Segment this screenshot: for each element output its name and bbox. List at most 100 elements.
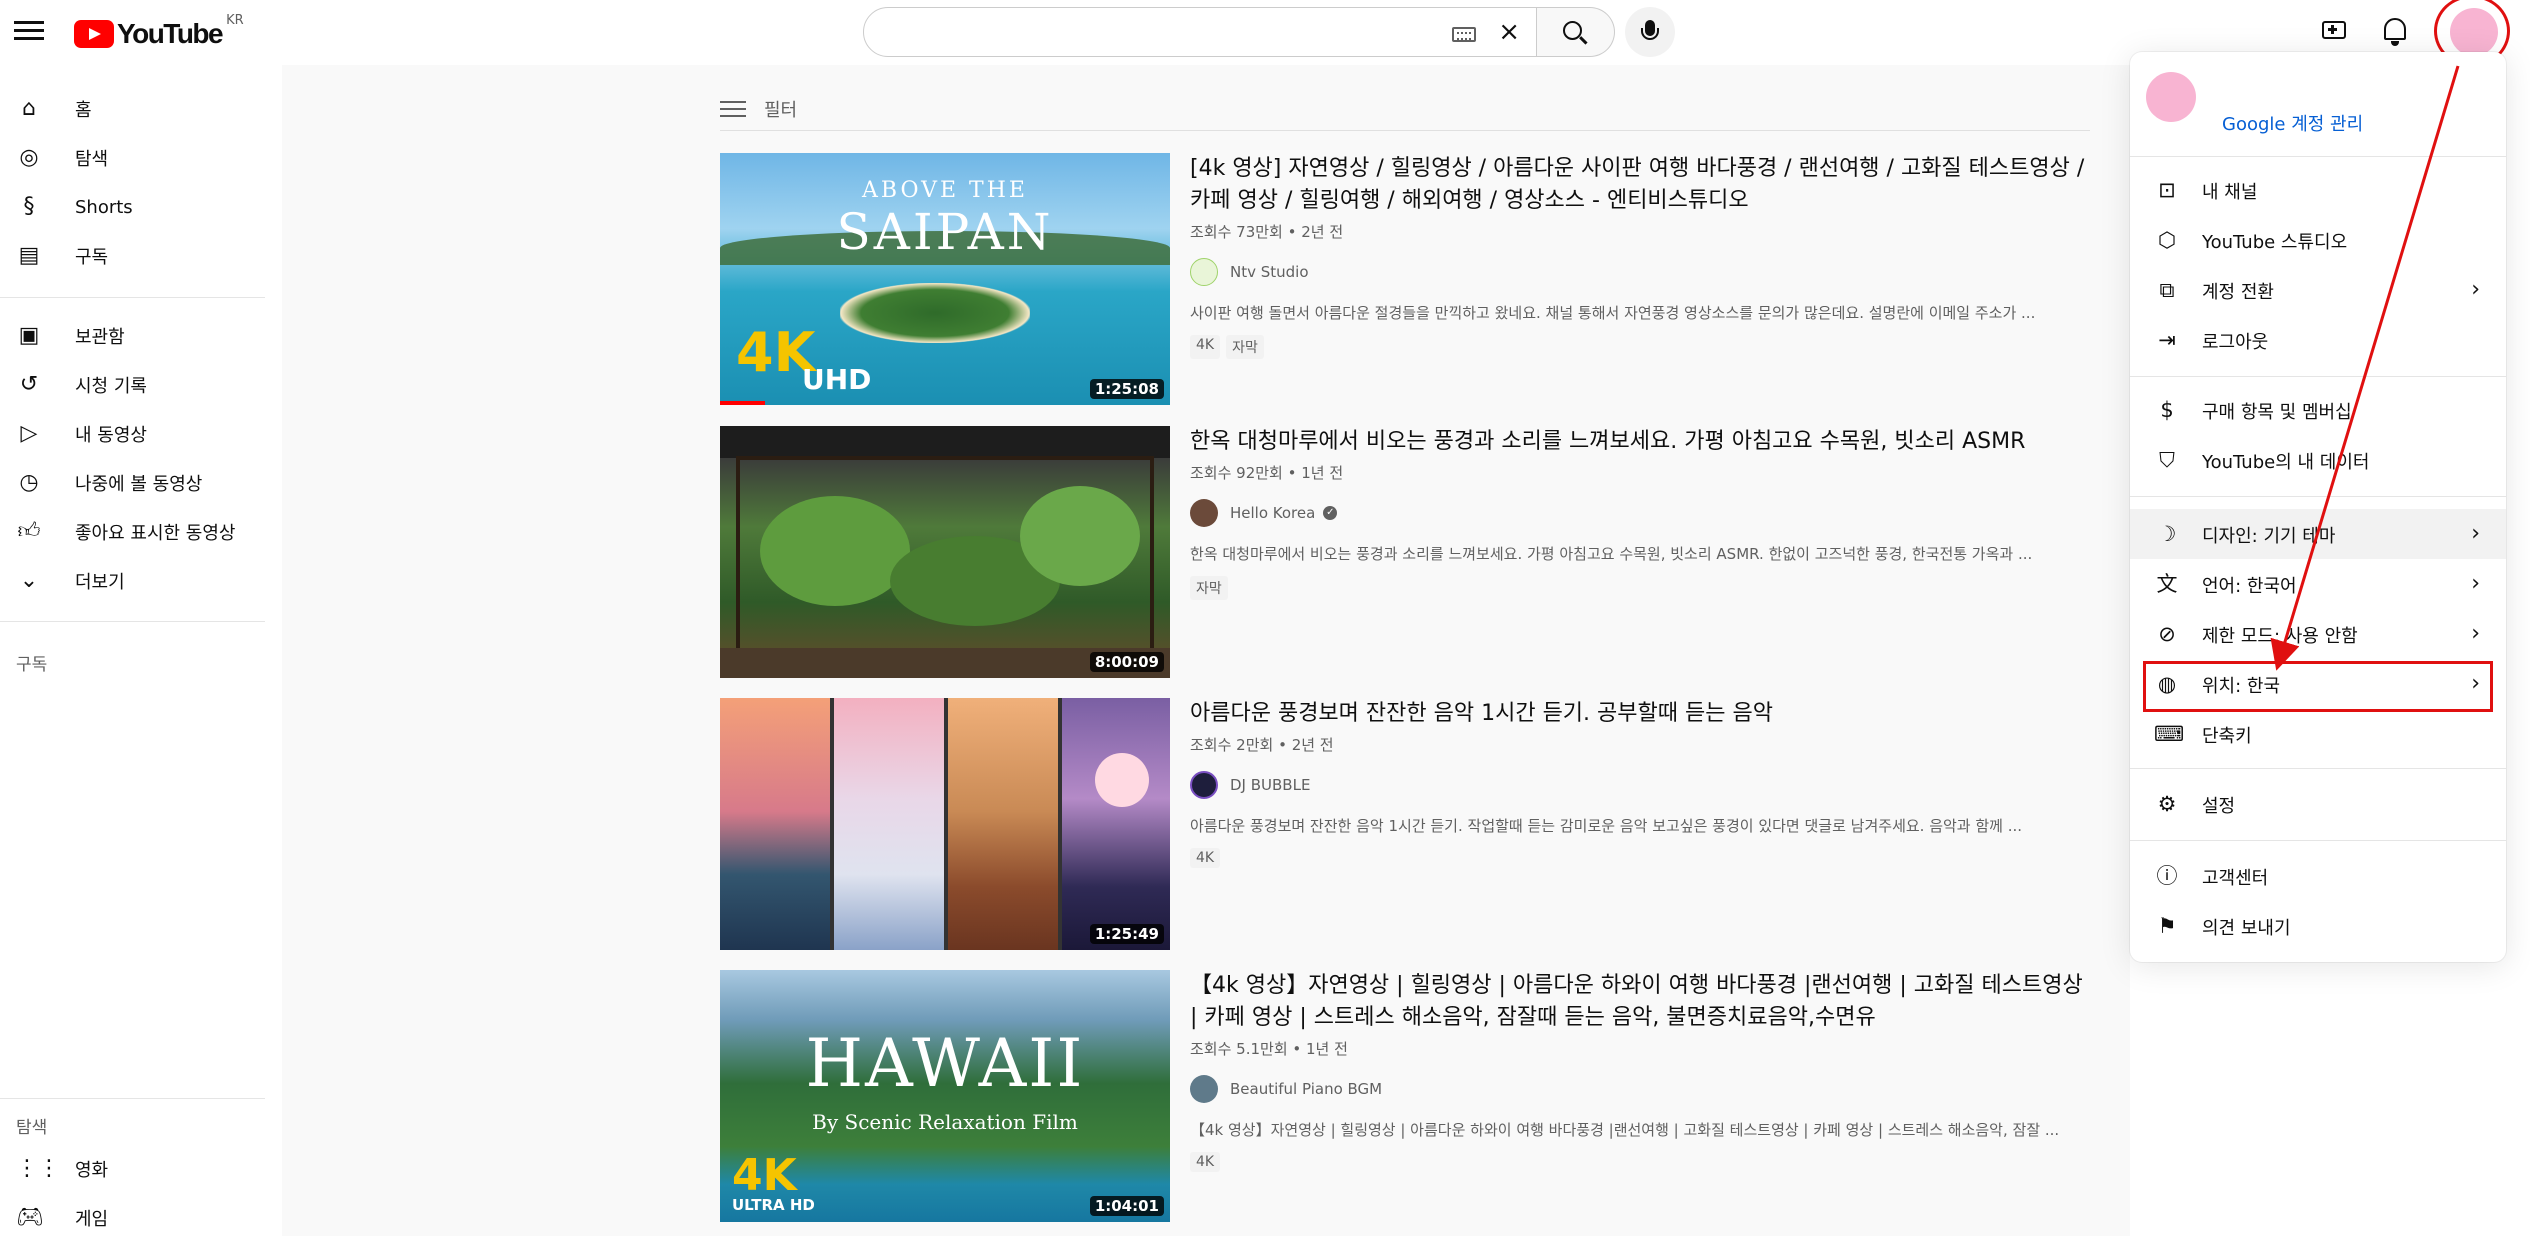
logo-text: YouTube xyxy=(117,18,224,49)
bell-icon[interactable] xyxy=(2384,18,2406,46)
channel-avatar[interactable] xyxy=(1190,258,1218,286)
video-thumbnail[interactable]: ABOVE THE SAIPAN 4K UHD 1:25:08 xyxy=(720,153,1170,405)
subscriptions-icon: ▤ xyxy=(18,243,40,268)
menu-item-send-feedback[interactable]: ⚑ 의견 보내기 xyxy=(2130,901,2506,951)
sidebar-item-home[interactable]: ⌂ 홈 xyxy=(0,87,265,131)
sidebar-item-shorts[interactable]: § Shorts xyxy=(0,185,265,229)
sidebar-item-history[interactable]: ↺ 시청 기록 xyxy=(0,363,265,407)
video-result[interactable]: 1:25:49 아름다운 풍경보며 잔잔한 음악 1시간 듣기. 공부할때 듣는… xyxy=(720,698,2090,950)
filter-button[interactable]: 필터 xyxy=(720,96,797,122)
video-info: 【4k 영상】자연영상 | 힐링영상 | 아름다운 하와이 여행 바다풍경 |랜… xyxy=(1190,970,2090,1172)
channel-link[interactable]: Ntv Studio xyxy=(1190,258,2090,286)
chevron-right-icon: › xyxy=(2471,277,2480,302)
sidebar-item-liked-videos[interactable]: 👍︎ 좋아요 표시한 동영상 xyxy=(0,510,265,554)
sidebar-item-my-videos[interactable]: ▷ 내 동영상 xyxy=(0,412,265,456)
chevron-right-icon: › xyxy=(2471,621,2480,646)
close-icon[interactable]: × xyxy=(1498,18,1520,46)
menu-item-sign-out[interactable]: ⇥ 로그아웃 xyxy=(2130,315,2506,365)
menu-item-label: 구매 항목 및 멤버십 xyxy=(2202,402,2352,423)
menu-item-language[interactable]: 文 언어: 한국어 › xyxy=(2130,559,2506,609)
channel-name[interactable]: DJ BUBBLE xyxy=(1230,776,1310,794)
annotation-highlight-box xyxy=(2143,661,2493,712)
movies-icon: ⋮⋮ xyxy=(16,1156,60,1181)
channel-link[interactable]: Beautiful Piano BGM xyxy=(1190,1075,2090,1103)
keyboard-icon[interactable] xyxy=(1452,27,1476,42)
menu-item-switch-account[interactable]: ⧉ 계정 전환 › xyxy=(2130,265,2506,315)
badge: 4K xyxy=(1190,335,1221,359)
channel-avatar[interactable] xyxy=(1190,499,1218,527)
menu-item-restricted-mode[interactable]: ⊘ 제한 모드: 사용 안함 › xyxy=(2130,609,2506,659)
channel-name[interactable]: Beautiful Piano BGM xyxy=(1230,1080,1382,1098)
sidebar-item-gaming[interactable]: 🎮︎ 게임 xyxy=(0,1196,265,1236)
restricted-icon: ⊘ xyxy=(2158,622,2176,646)
menu-item-purchases[interactable]: $ 구매 항목 및 멤버십 xyxy=(2130,385,2506,435)
thumbnail-text: By Scenic Relaxation Film xyxy=(812,1110,1078,1134)
video-thumbnail[interactable]: HAWAII By Scenic Relaxation Film 4K ULTR… xyxy=(720,970,1170,1222)
sidebar-item-movies[interactable]: ⋮⋮ 영화 xyxy=(0,1147,265,1191)
divider xyxy=(2130,376,2506,377)
thumbnail-art xyxy=(1095,753,1149,807)
video-duration: 8:00:09 xyxy=(1089,652,1164,672)
video-title[interactable]: 한옥 대청마루에서 비오는 풍경과 소리를 느껴보세요. 가평 아침고요 수목원… xyxy=(1190,426,2090,458)
sidebar: ⌂ 홈 ◎ 탐색 § Shorts ▤ 구독 ▣ 보관함 ↺ 시청 기록 ▷ 내… xyxy=(0,65,282,1236)
video-duration: 1:04:01 xyxy=(1089,1196,1164,1216)
thumbnail-text: ULTRA HD xyxy=(732,1196,815,1214)
search-bar: × xyxy=(863,7,1615,57)
chevron-right-icon: › xyxy=(2471,521,2480,546)
video-meta: 조회수 92만회 • 1년 전 xyxy=(1190,464,1344,482)
menu-item-keyboard-shortcuts[interactable]: ⌨ 단축키 xyxy=(2130,709,2506,759)
video-title[interactable]: 【4k 영상】자연영상 | 힐링영상 | 아름다운 하와이 여행 바다풍경 |랜… xyxy=(1190,970,2090,1034)
filter-icon xyxy=(720,99,746,119)
channel-link[interactable]: DJ BUBBLE xyxy=(1190,771,2090,799)
menu-item-my-channel[interactable]: ⊡ 내 채널 xyxy=(2130,165,2506,215)
google-account-link[interactable]: Google 계정 관리 xyxy=(2222,110,2363,136)
sidebar-item-more[interactable]: ⌄ 더보기 xyxy=(0,559,265,603)
shield-icon: ⛉ xyxy=(2159,448,2175,472)
menu-item-studio[interactable]: ⬡ YouTube 스튜디오 xyxy=(2130,215,2506,265)
sidebar-item-watch-later[interactable]: ◷ 나중에 볼 동영상 xyxy=(0,461,265,505)
menu-icon[interactable] xyxy=(14,16,44,46)
menu-item-label: 설정 xyxy=(2202,796,2236,817)
video-title[interactable]: [4k 영상] 자연영상 / 힐링영상 / 아름다운 사이판 여행 바다풍경 /… xyxy=(1190,153,2090,217)
thumbnail-text: 4K xyxy=(732,1150,797,1201)
gear-icon: ⚙ xyxy=(2157,792,2177,816)
voice-search-button[interactable] xyxy=(1625,7,1675,57)
channel-name[interactable]: Ntv Studio xyxy=(1230,263,1309,281)
video-description: 【4k 영상】자연영상 | 힐링영상 | 아름다운 하와이 여행 바다풍경 |랜… xyxy=(1190,1121,2060,1139)
divider xyxy=(0,297,265,298)
search-button[interactable] xyxy=(1537,7,1615,57)
video-title[interactable]: 아름다운 풍경보며 잔잔한 음악 1시간 듣기. 공부할때 듣는 음악 xyxy=(1190,698,2090,730)
sidebar-item-subscriptions[interactable]: ▤ 구독 xyxy=(0,234,265,278)
history-icon: ↺ xyxy=(19,372,39,397)
divider xyxy=(2130,768,2506,769)
video-result[interactable]: HAWAII By Scenic Relaxation Film 4K ULTR… xyxy=(720,970,2090,1222)
channel-name[interactable]: Hello Korea xyxy=(1230,504,1315,522)
video-result[interactable]: ABOVE THE SAIPAN 4K UHD 1:25:08 [4k 영상] … xyxy=(720,153,2090,405)
channel-link[interactable]: Hello Korea ✓ xyxy=(1190,499,2090,527)
menu-item-appearance[interactable]: ☽ 디자인: 기기 테마 › xyxy=(2130,509,2506,559)
sidebar-item-library[interactable]: ▣ 보관함 xyxy=(0,314,265,358)
create-video-icon[interactable] xyxy=(2322,21,2346,39)
filter-label: 필터 xyxy=(764,100,798,121)
menu-item-help[interactable]: ⓘ 고객센터 xyxy=(2130,851,2506,901)
video-thumbnail[interactable]: 8:00:09 xyxy=(720,426,1170,678)
menu-item-your-data[interactable]: ⛉ YouTube의 내 데이터 xyxy=(2130,435,2506,485)
channel-avatar[interactable] xyxy=(1190,771,1218,799)
menu-item-label: 의견 보내기 xyxy=(2202,918,2291,939)
search-input[interactable] xyxy=(884,18,1504,46)
menu-item-settings[interactable]: ⚙ 설정 xyxy=(2130,779,2506,829)
video-info: 한옥 대청마루에서 비오는 풍경과 소리를 느껴보세요. 가평 아침고요 수목원… xyxy=(1190,426,2090,600)
channel-avatar[interactable] xyxy=(1190,1075,1218,1103)
thumbnail-art xyxy=(720,698,830,950)
account-header: Google 계정 관리 xyxy=(2130,52,2506,156)
video-result[interactable]: 8:00:09 한옥 대청마루에서 비오는 풍경과 소리를 느껴보세요. 가평 … xyxy=(720,426,2090,678)
video-thumbnail[interactable]: 1:25:49 xyxy=(720,698,1170,950)
sidebar-item-label: 구독 xyxy=(75,247,109,268)
sidebar-item-explore[interactable]: ◎ 탐색 xyxy=(0,136,265,180)
divider xyxy=(0,1098,265,1099)
video-duration: 1:25:08 xyxy=(1089,379,1164,399)
studio-icon: ⬡ xyxy=(2157,228,2177,252)
watch-progress-bar xyxy=(720,401,765,405)
compass-icon: ◎ xyxy=(19,145,39,170)
youtube-logo[interactable]: YouTube KR xyxy=(74,13,244,50)
